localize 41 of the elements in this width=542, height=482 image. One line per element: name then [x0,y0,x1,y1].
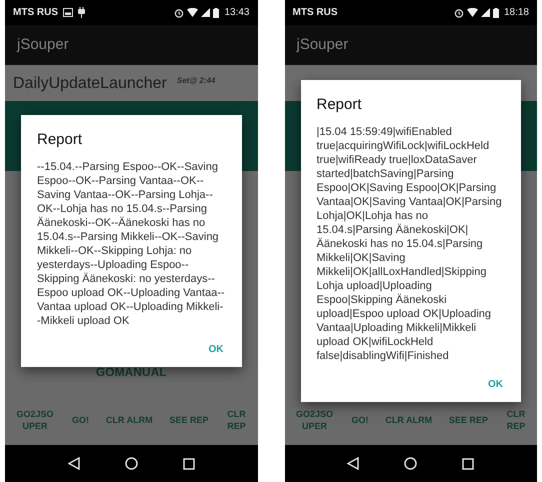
image-icon [63,8,73,17]
dialog-title: Report [316,95,363,116]
alarm-clock-icon [454,8,464,18]
recents-icon[interactable] [182,458,195,470]
ok-button[interactable]: OK [206,342,226,357]
action-button[interactable]: CLR ALRM [385,414,432,426]
action-button[interactable]: GO2JSOUPER [15,408,55,432]
action-button[interactable]: GO2JSOUPER [294,408,334,432]
carrier-name: MTS RUS [13,6,58,20]
battery-icon [492,8,499,18]
recents-icon[interactable] [462,458,474,470]
action-button[interactable]: GO! [72,414,89,426]
battery-icon [213,8,220,18]
plug-icon [78,7,85,18]
action-button[interactable]: GO! [351,414,368,426]
action-button[interactable]: CLR REP [226,408,248,432]
ok-button[interactable]: OK [486,376,505,392]
alarm-clock-icon [174,8,184,18]
action-button[interactable]: SEE REP [170,414,209,426]
dialog-title: Report [37,130,84,150]
action-button[interactable]: CLR ALRM [106,414,153,426]
action-button[interactable]: CLR REP [505,408,527,432]
clock-time: 18:18 [504,6,529,20]
action-button[interactable]: SEE REP [449,414,488,426]
schedule-time: Set@ 2:44 [176,75,216,87]
report-message: |15.04 15:59:49|wifiEnabled true|acquiringWifiLock|wifiLockHeld true|wifiReady true|loxDataSaver started|batchSaving|Parsing Espoo|OK|Saving Espoo|OK|Parsing Vantaa|OK|Saving Vantaa|OK|Parsing Lohja|OK|Lohja has no 15.04.s|Parsing Äänekoski|OK|Äänekoski has no 15.04.s|Parsing Mikkeli|OK|Saving Mikkeli|OK|allLoxHandled|Skipping Lohja upload|Uploading Espoo|Skipping Äänekoski upload|Espoo upload OK|Uploading Vantaa|Uploading Mikkeli|Mikkeli upload OK|wifiLockHeld false|disablingWifi|Finished [316,124,503,363]
signal-icon [480,8,490,17]
app-title: jSouper [17,34,69,55]
back-icon[interactable] [68,457,80,470]
gomanual-button[interactable]: GOMANUAL [96,363,167,381]
report-message: --15.04.--Parsing Espoo--OK--Saving Espoo--OK--Parsing Vantaa--OK--Saving Vantaa--OK--Parsing Lohja--OK--Lohja has no 15.04.s--Parsing Äänekoski--OK--Äänekoski has no 15.04.s--Parsing Mikkeli--OK--Saving Mikkeli--OK--Skipping Lohja: no yesterdays--Uploading Espoo--Skipping Äänekoski: no yesterdays--Espoo upload OK--Uploading Vantaa--Vantaa upload OK--Uploading Mikkeli--Mikkeli upload OK [37,160,226,328]
carrier-name: MTS RUS [292,6,338,20]
wifi-icon [187,8,198,17]
wifi-icon [466,8,478,17]
home-icon[interactable] [124,457,138,470]
app-title: jSouper [296,34,348,55]
launcher-title: DailyUpdateLauncher [13,74,167,94]
home-icon[interactable] [404,457,418,470]
clock-time: 13:43 [224,6,250,20]
back-icon[interactable] [347,457,360,470]
signal-icon [201,8,210,17]
